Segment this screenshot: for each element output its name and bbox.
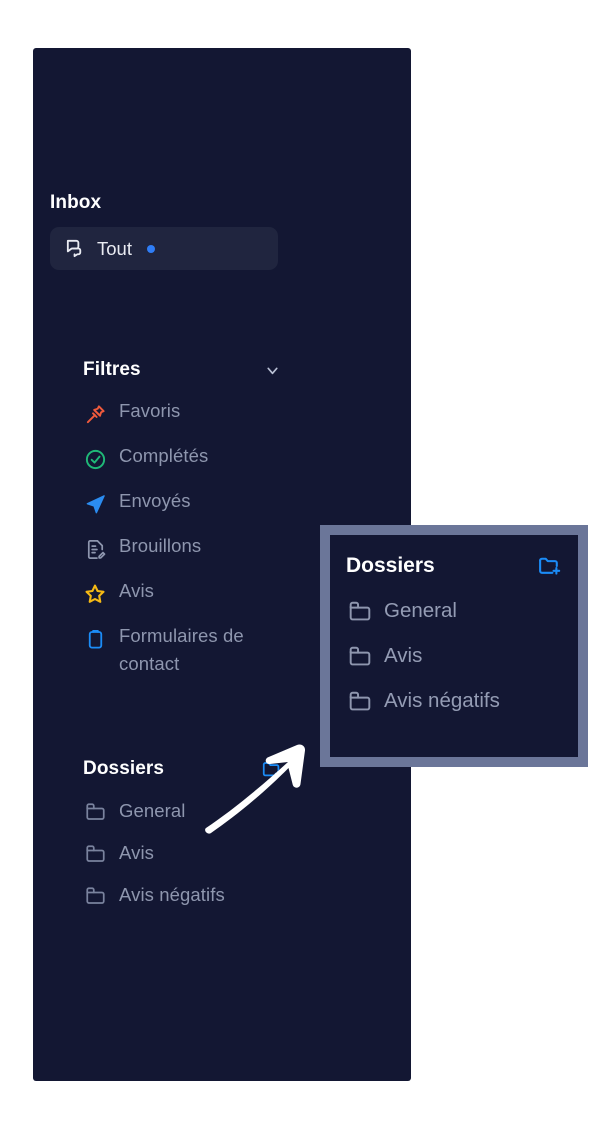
callout-dossiers-list: General Avis Avis négatifs xyxy=(346,588,562,723)
folder-icon xyxy=(346,687,373,714)
paper-plane-icon xyxy=(83,492,107,516)
folder-plus-icon[interactable] xyxy=(537,553,562,578)
pin-icon xyxy=(83,402,107,426)
unread-dot-indicator xyxy=(146,244,155,253)
folder-icon xyxy=(346,597,373,624)
callout-folder-general-label: General xyxy=(384,598,457,622)
callout-folder-avis[interactable]: Avis xyxy=(346,633,562,678)
inbox-section: Inbox Tout xyxy=(50,192,394,270)
clipboard-icon xyxy=(83,627,107,651)
folder-icon xyxy=(346,642,373,669)
filtres-header[interactable]: Filtres xyxy=(83,359,283,381)
sidebar-item-completes-label: Complétés xyxy=(119,445,209,466)
callout-dossiers-heading: Dossiers xyxy=(346,553,435,577)
sidebar-folder-avis-negatifs[interactable]: Avis négatifs xyxy=(83,874,403,916)
folder-icon xyxy=(83,883,107,907)
callout-folder-avis-negatifs[interactable]: Avis négatifs xyxy=(346,678,562,723)
sidebar-item-brouillons-label: Brouillons xyxy=(119,535,202,556)
sidebar-folder-general-label: General xyxy=(119,800,186,821)
sidebar-item-tout[interactable]: Tout xyxy=(50,227,278,270)
screenshot-root: Inbox Tout Filtres Favoris Complétés Env… xyxy=(0,0,616,1126)
sidebar-folder-avis-label: Avis xyxy=(119,842,155,863)
sidebar-item-formulaires-de-contact-label: Formulaires de contact xyxy=(119,625,244,674)
sidebar-item-envoyes-label: Envoyés xyxy=(119,490,191,511)
check-circle-icon xyxy=(83,447,107,471)
sidebar-item-envoyes[interactable]: Envoyés xyxy=(83,484,403,529)
sidebar-item-avis-label: Avis xyxy=(119,580,155,601)
callout-folder-avis-label: Avis xyxy=(384,643,423,667)
folder-icon xyxy=(83,841,107,865)
sidebar-item-favoris-label: Favoris xyxy=(119,400,181,421)
sidebar-folder-avis[interactable]: Avis xyxy=(83,832,403,874)
callout-folder-avis-negatifs-label: Avis négatifs xyxy=(384,688,500,712)
sidebar-folder-avis-negatifs-label: Avis négatifs xyxy=(119,884,225,905)
dossiers-heading: Dossiers xyxy=(83,758,165,779)
arrow-up-right-icon xyxy=(200,740,315,835)
dossiers-callout-highlight: Dossiers General Avis Avis négatifs xyxy=(320,525,588,767)
draft-document-icon xyxy=(83,537,107,561)
inbox-heading: Inbox xyxy=(50,192,102,213)
callout-dossiers-header: Dossiers xyxy=(346,553,562,578)
dossiers-callout-inner: Dossiers General Avis Avis négatifs xyxy=(330,535,578,757)
folder-icon xyxy=(83,799,107,823)
callout-folder-general[interactable]: General xyxy=(346,588,562,633)
star-icon xyxy=(83,582,107,606)
sidebar-item-completes[interactable]: Complétés xyxy=(83,439,403,484)
filtres-heading: Filtres xyxy=(83,359,141,380)
sidebar-item-favoris[interactable]: Favoris xyxy=(83,394,403,439)
chat-bubbles-icon xyxy=(63,237,87,261)
chevron-down-icon[interactable] xyxy=(261,359,283,381)
sidebar-item-tout-label: Tout xyxy=(97,237,132,259)
